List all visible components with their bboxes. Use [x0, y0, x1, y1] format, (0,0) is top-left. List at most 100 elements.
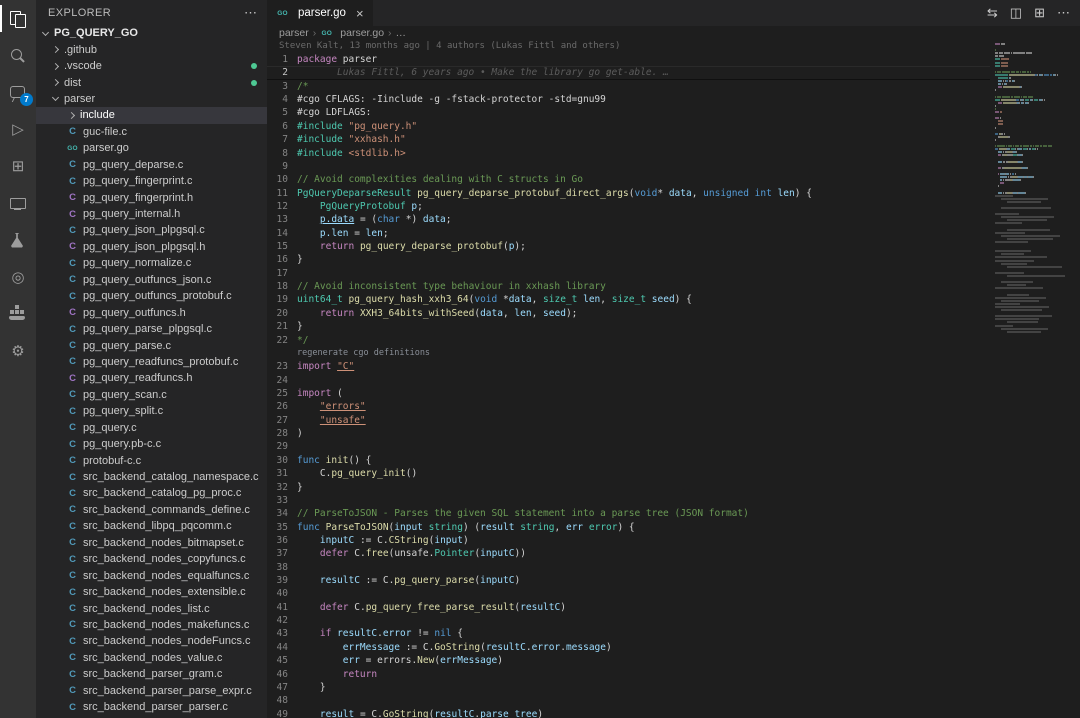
tree-item-src_backend_commands_define.c[interactable]: Csrc_backend_commands_define.c: [36, 502, 267, 518]
c-file-icon: C: [66, 125, 79, 138]
breadcrumb-item-parser[interactable]: parser: [279, 27, 309, 39]
minimap-line: [995, 256, 1078, 258]
minimap[interactable]: [990, 40, 1080, 718]
tree-item-parser[interactable]: parser: [36, 91, 267, 107]
code-area: Steven Kalt, 13 months ago | 4 authors (…: [267, 40, 1080, 718]
c-file-icon: C: [66, 503, 79, 516]
minimap-line: [995, 232, 1078, 234]
tree-item-src_backend_nodes_extensible.c[interactable]: Csrc_backend_nodes_extensible.c: [36, 584, 267, 600]
chat-icon[interactable]: 7: [0, 74, 36, 111]
breadcrumb-item-parser.go[interactable]: GOparser.go: [320, 27, 384, 40]
tree-item-src_backend_parser_gram.c[interactable]: Csrc_backend_parser_gram.c: [36, 666, 267, 682]
tree-item-pg_query_deparse.c[interactable]: Cpg_query_deparse.c: [36, 157, 267, 173]
tree-item-label: src_backend_nodes_equalfuncs.c: [83, 570, 249, 582]
tree-item-pg_query_internal.h[interactable]: Cpg_query_internal.h: [36, 206, 267, 222]
split-editor-icon[interactable]: ◫: [1010, 5, 1022, 21]
tree-item-pg_query_outfuncs_protobuf.c[interactable]: Cpg_query_outfuncs_protobuf.c: [36, 288, 267, 304]
tree-item-pg_query_readfuncs.h[interactable]: Cpg_query_readfuncs.h: [36, 370, 267, 386]
line-number: 20: [267, 307, 297, 320]
minimap-line: [995, 74, 1078, 76]
search-icon[interactable]: [0, 37, 36, 74]
tree-item-pg_query.pb-c.c[interactable]: Cpg_query.pb-c.c: [36, 436, 267, 452]
tree-item-src_backend_nodes_copyfuncs.c[interactable]: Csrc_backend_nodes_copyfuncs.c: [36, 551, 267, 567]
tree-item-pg_query_json_plpgsql.c[interactable]: Cpg_query_json_plpgsql.c: [36, 222, 267, 238]
tree-item-src_backend_catalog_namespace.c[interactable]: Csrc_backend_catalog_namespace.c: [36, 469, 267, 485]
code-editor[interactable]: Steven Kalt, 13 months ago | 4 authors (…: [267, 40, 990, 718]
customize-layout-icon[interactable]: ⊞: [1034, 5, 1045, 21]
chevron-down-icon: [52, 94, 59, 101]
live-share-icon[interactable]: ◎: [0, 259, 36, 296]
tree-item-src_backend_libpq_pqcomm.c[interactable]: Csrc_backend_libpq_pqcomm.c: [36, 518, 267, 534]
tree-item-.vscode[interactable]: .vscode: [36, 58, 267, 74]
code-line-37: 37 defer C.free(unsafe.Pointer(inputC)): [267, 547, 990, 560]
tree-item-src_backend_catalog_pg_proc.c[interactable]: Csrc_backend_catalog_pg_proc.c: [36, 485, 267, 501]
minimap-line: [995, 297, 1078, 299]
tree-item-src_backend_parser_parser.c[interactable]: Csrc_backend_parser_parser.c: [36, 699, 267, 715]
minimap-line: [995, 278, 1078, 280]
tree-item-pg_query_readfuncs_protobuf.c[interactable]: Cpg_query_readfuncs_protobuf.c: [36, 354, 267, 370]
breadcrumb-item-…[interactable]: …: [396, 27, 407, 39]
tree-item-pg_query_parse_plpgsql.c[interactable]: Cpg_query_parse_plpgsql.c: [36, 321, 267, 337]
minimap-line: [995, 164, 1078, 166]
close-tab-icon[interactable]: ×: [356, 6, 364, 21]
tree-item-pg_query_parse.c[interactable]: Cpg_query_parse.c: [36, 337, 267, 353]
tree-item-pg_query_fingerprint.c[interactable]: Cpg_query_fingerprint.c: [36, 173, 267, 189]
code-text: }: [297, 320, 303, 333]
tree-item-src_backend_parser_parse_expr.c[interactable]: Csrc_backend_parser_parse_expr.c: [36, 683, 267, 699]
open-changes-icon[interactable]: ⇆: [987, 5, 998, 21]
docker-icon[interactable]: [0, 296, 36, 333]
code-text: C.pg_query_init(): [297, 467, 417, 480]
code-line-4: 4#cgo CFLAGS: -Iinclude -g -fstack-prote…: [267, 93, 990, 106]
tree-item-pg_query.c[interactable]: Cpg_query.c: [36, 420, 267, 436]
code-line-42: 42: [267, 614, 990, 627]
tree-item-pg_query_normalize.c[interactable]: Cpg_query_normalize.c: [36, 255, 267, 271]
tree-item-pg_query_json_plpgsql.h[interactable]: Cpg_query_json_plpgsql.h: [36, 239, 267, 255]
tree-item-src_backend_nodes_list.c[interactable]: Csrc_backend_nodes_list.c: [36, 600, 267, 616]
testing-icon[interactable]: [0, 222, 36, 259]
remote-explorer-icon[interactable]: [0, 185, 36, 222]
more-actions-icon[interactable]: ⋯: [244, 5, 257, 21]
more-actions-icon[interactable]: ⋯: [1057, 5, 1070, 21]
settings-gear-icon[interactable]: ⚙: [0, 333, 36, 370]
code-line-12: 12 PgQueryProtobuf p;: [267, 200, 990, 213]
code-text: // Avoid inconsistent type behaviour in …: [297, 280, 606, 293]
tree-item-src_backend_nodes_equalfuncs.c[interactable]: Csrc_backend_nodes_equalfuncs.c: [36, 567, 267, 583]
tab-parser-go[interactable]: GO parser.go ×: [267, 0, 373, 26]
tree-item-src_backend_nodes_nodeFuncs.c[interactable]: Csrc_backend_nodes_nodeFuncs.c: [36, 633, 267, 649]
explorer-sidebar: EXPLORER ⋯ PG_QUERY_GO .github.vscodedis…: [36, 0, 267, 718]
tree-item-label: pg_query_outfuncs_json.c: [83, 274, 211, 286]
tree-item-src_backend_nodes_bitmapset.c[interactable]: Csrc_backend_nodes_bitmapset.c: [36, 535, 267, 551]
extensions-icon[interactable]: ⊞: [0, 148, 36, 185]
c-file-icon: C: [66, 438, 79, 451]
code-line-5: 5#cgo LDFLAGS:: [267, 106, 990, 119]
activity-bar: 7▷⊞ ◎ ⚙: [0, 0, 36, 718]
tab-bar: GO parser.go × ⇆ ◫ ⊞ ⋯: [267, 0, 1080, 26]
c-file-icon: C: [66, 388, 79, 401]
tree-item-pg_query_fingerprint.h[interactable]: Cpg_query_fingerprint.h: [36, 189, 267, 205]
code-text: return XXH3_64bits_withSeed(data, len, s…: [297, 307, 577, 320]
minimap-line: [995, 325, 1078, 327]
codelens-link[interactable]: regenerate cgo definitions: [297, 347, 430, 360]
tree-item-pg_query_scan.c[interactable]: Cpg_query_scan.c: [36, 387, 267, 403]
code-text: #include "xxhash.h": [297, 133, 406, 146]
tree-item-dist[interactable]: dist: [36, 74, 267, 90]
minimap-line: [995, 167, 1078, 169]
run-debug-icon[interactable]: ▷: [0, 111, 36, 148]
code-line-49: 49 result = C.GoString(resultC.parse_tre…: [267, 708, 990, 718]
code-text: result = C.GoString(resultC.parse_tree): [297, 708, 543, 718]
code-text: #include <stdlib.h>: [297, 147, 406, 160]
tree-root[interactable]: PG_QUERY_GO: [36, 25, 267, 41]
breadcrumb-label: parser: [279, 27, 309, 39]
explorer-icon[interactable]: [0, 0, 36, 37]
tree-item-parser.go[interactable]: GOparser.go: [36, 140, 267, 156]
tree-item-.github[interactable]: .github: [36, 41, 267, 57]
tree-item-guc-file.c[interactable]: Cguc-file.c: [36, 124, 267, 140]
tree-item-protobuf-c.c[interactable]: Cprotobuf-c.c: [36, 452, 267, 468]
c-file-icon: C: [66, 651, 79, 664]
tree-item-pg_query_split.c[interactable]: Cpg_query_split.c: [36, 403, 267, 419]
tree-item-src_backend_nodes_value.c[interactable]: Csrc_backend_nodes_value.c: [36, 650, 267, 666]
tree-item-pg_query_outfuncs_json.c[interactable]: Cpg_query_outfuncs_json.c: [36, 272, 267, 288]
tree-item-include[interactable]: include: [36, 107, 267, 123]
tree-item-pg_query_outfuncs.h[interactable]: Cpg_query_outfuncs.h: [36, 304, 267, 320]
tree-item-src_backend_nodes_makefuncs.c[interactable]: Csrc_backend_nodes_makefuncs.c: [36, 617, 267, 633]
